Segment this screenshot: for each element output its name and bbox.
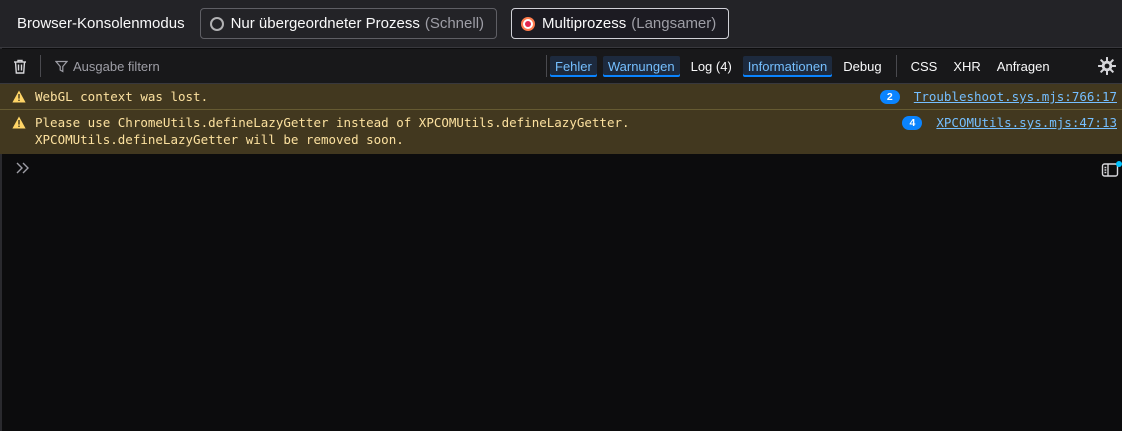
mode-option-hint: (Langsamer) (631, 15, 717, 32)
net-filter-buttons: CSS XHR Anfragen (903, 49, 1058, 83)
filter-placeholder: Ausgabe filtern (73, 58, 160, 74)
mode-option-multiprocess[interactable]: Multiprozess (Langsamer) (511, 8, 730, 39)
filter-button-log[interactable]: Log (4) (686, 56, 737, 77)
console-settings-button[interactable] (1092, 49, 1122, 83)
message-source-link[interactable]: XPCOMUtils.sys.mjs:47:13 (936, 114, 1117, 131)
mode-option-parent-process[interactable]: Nur übergeordneter Prozess (Schnell) (199, 8, 498, 39)
repeat-count-badge: 2 (879, 89, 900, 104)
toolbar-separator (895, 55, 897, 77)
notification-dot (1116, 161, 1122, 167)
clear-console-button[interactable] (0, 49, 40, 83)
mode-option-name: Multiprozess (542, 15, 627, 32)
console-messages: WebGL context was lost. 2 Troubleshoot.s… (0, 84, 1122, 154)
message-meta: 2 Troubleshoot.sys.mjs:766:17 (879, 88, 1117, 105)
filter-button-info[interactable]: Informationen (742, 55, 833, 77)
console-input[interactable] (0, 154, 1122, 188)
funnel-icon (55, 60, 68, 73)
radio-on-icon (521, 16, 536, 31)
warning-triangle-icon (12, 90, 26, 103)
radio-off-icon (209, 16, 224, 31)
gear-icon (1098, 57, 1116, 75)
message-source-link[interactable]: Troubleshoot.sys.mjs:766:17 (914, 88, 1117, 105)
filter-button-xhr[interactable]: XHR (948, 56, 985, 77)
console-mode-bar: Browser-Konsolenmodus Nur übergeordneter… (0, 0, 1122, 48)
filter-button-debug[interactable]: Debug (838, 56, 886, 77)
level-filter-buttons: Fehler Warnungen Log (4) Informationen D… (547, 49, 890, 83)
filter-button-warnings[interactable]: Warnungen (602, 55, 680, 77)
message-meta: 4 XPCOMUtils.sys.mjs:47:13 (902, 114, 1117, 131)
repeat-count-badge: 4 (902, 115, 923, 130)
trash-icon (14, 59, 26, 74)
warning-triangle-icon (12, 116, 26, 129)
console-message-warning[interactable]: Please use ChromeUtils.defineLazyGetter … (0, 110, 1122, 154)
toggle-editor-button[interactable] (1098, 158, 1122, 182)
double-chevron-right-icon (15, 161, 31, 175)
console-mode-label: Browser-Konsolenmodus (17, 15, 185, 32)
filter-button-css[interactable]: CSS (906, 56, 943, 77)
console-toolbar: Ausgabe filtern Fehler Warnungen Log (4)… (0, 49, 1122, 84)
mode-option-name: Nur übergeordneter Prozess (230, 15, 420, 32)
console-message-warning[interactable]: WebGL context was lost. 2 Troubleshoot.s… (0, 84, 1122, 110)
mode-option-hint: (Schnell) (424, 15, 485, 32)
filter-button-requests[interactable]: Anfragen (992, 56, 1055, 77)
filter-button-errors[interactable]: Fehler (550, 55, 597, 77)
browser-console: Browser-Konsolenmodus Nur übergeordneter… (0, 0, 1122, 431)
filter-output-input[interactable]: Ausgabe filtern (41, 49, 546, 83)
